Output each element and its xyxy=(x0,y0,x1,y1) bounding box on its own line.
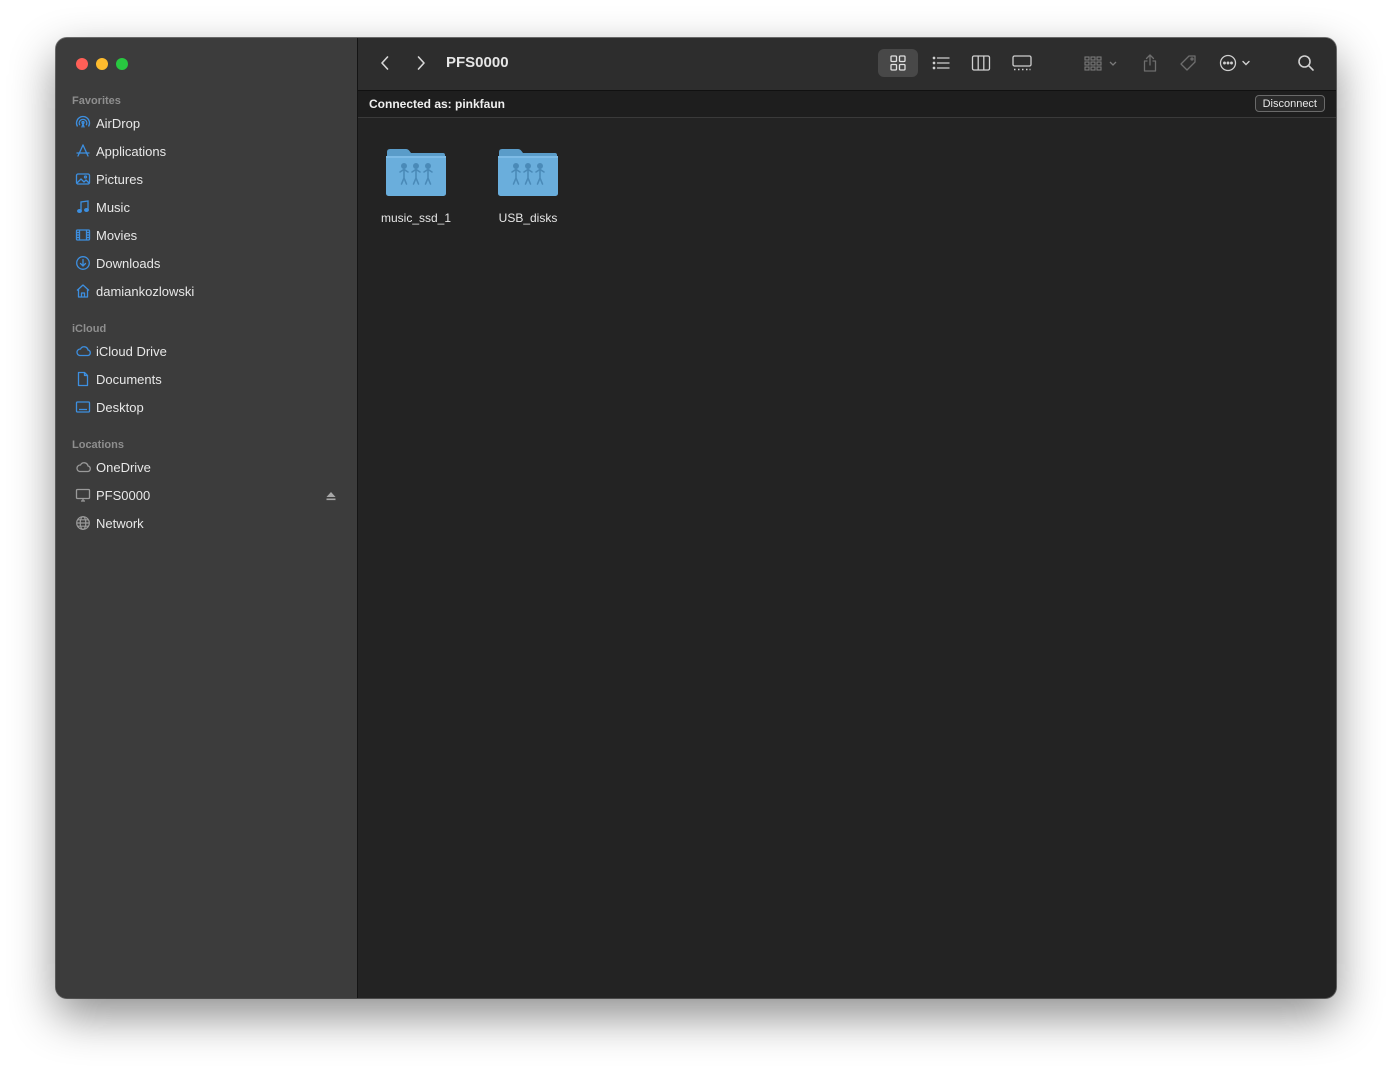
zoom-button[interactable] xyxy=(116,58,128,70)
share-button[interactable] xyxy=(1136,49,1164,77)
sidebar-item-documents[interactable]: Documents xyxy=(68,366,345,392)
movies-icon xyxy=(70,222,96,248)
list-icon xyxy=(932,56,950,70)
sidebar-item-label: Documents xyxy=(96,371,162,387)
sidebar-item-airdrop[interactable]: AirDrop xyxy=(68,110,345,136)
column-view-button[interactable] xyxy=(964,49,998,77)
favorites-section-title: Favorites xyxy=(72,95,121,107)
shared-folder-icon xyxy=(386,149,446,196)
pictures-icon xyxy=(70,166,96,192)
sidebar-item-label: OneDrive xyxy=(96,459,151,475)
group-by-button[interactable] xyxy=(1080,49,1122,77)
disconnect-button[interactable]: Disconnect xyxy=(1254,95,1325,112)
sidebar-item-label: PFS0000 xyxy=(96,487,151,503)
sidebar: Favorites AirDrop Applications Pictures … xyxy=(56,38,358,998)
globe-icon xyxy=(70,510,96,536)
gallery-icon xyxy=(1012,55,1032,71)
sidebar-item-home[interactable]: damiankozlowski xyxy=(68,278,345,304)
downloads-icon xyxy=(70,250,96,276)
sidebar-item-label: Network xyxy=(96,515,144,531)
file-item[interactable]: music_ssd_1 xyxy=(366,146,466,225)
share-icon xyxy=(1143,54,1157,72)
sidebar-item-label: iCloud Drive xyxy=(96,343,167,359)
sidebar-item-label: Applications xyxy=(96,143,167,159)
sidebar-item-desktop[interactable]: Desktop xyxy=(68,394,345,420)
sidebar-item-applications[interactable]: Applications xyxy=(68,138,345,164)
window-title: PFS0000 xyxy=(446,54,509,71)
sidebar-item-label: Pictures xyxy=(96,171,143,187)
sidebar-item-label: Music xyxy=(96,199,130,215)
back-button[interactable] xyxy=(374,52,396,74)
display-icon xyxy=(70,482,96,508)
search-icon xyxy=(1298,55,1314,71)
sidebar-item-pfs0000[interactable]: PFS0000 xyxy=(68,482,345,508)
tag-button[interactable] xyxy=(1174,49,1202,77)
document-icon xyxy=(70,366,96,392)
cloud-icon xyxy=(70,454,96,480)
sidebar-item-music[interactable]: Music xyxy=(68,194,345,220)
sidebar-item-label: damiankozlowski xyxy=(96,283,195,299)
sidebar-item-movies[interactable]: Movies xyxy=(68,222,345,248)
gallery-view-button[interactable] xyxy=(1004,49,1040,77)
cloud-icon xyxy=(70,338,96,364)
eject-icon[interactable] xyxy=(325,489,337,501)
applications-icon xyxy=(70,138,96,164)
connection-bar: Connected as: pinkfaun Disconnect xyxy=(358,91,1336,118)
group-icon xyxy=(1084,56,1117,71)
close-button[interactable] xyxy=(76,58,88,70)
desktop-icon xyxy=(70,394,96,420)
minimize-button[interactable] xyxy=(96,58,108,70)
sidebar-item-label: Downloads xyxy=(96,255,161,271)
airdrop-icon xyxy=(70,110,96,136)
sidebar-item-icloud-drive[interactable]: iCloud Drive xyxy=(68,338,345,364)
file-name: music_ssd_1 xyxy=(380,211,452,225)
sidebar-item-label: Desktop xyxy=(96,399,144,415)
icon-view-button[interactable] xyxy=(878,49,918,77)
tag-icon xyxy=(1180,55,1196,71)
shared-folder-icon xyxy=(498,149,558,196)
search-button[interactable] xyxy=(1292,49,1320,77)
file-name: USB_disks xyxy=(498,211,558,225)
main-content: PFS0000 Connected as: pinkfaun Disconnec… xyxy=(358,38,1336,998)
finder-window: Favorites AirDrop Applications Pictures … xyxy=(56,38,1336,998)
sidebar-item-pictures[interactable]: Pictures xyxy=(68,166,345,192)
window-controls xyxy=(76,58,128,70)
ellipsis-circle-icon xyxy=(1219,54,1250,72)
icloud-section-title: iCloud xyxy=(72,323,107,335)
music-icon xyxy=(70,194,96,220)
sidebar-item-network[interactable]: Network xyxy=(68,510,345,536)
sidebar-item-onedrive[interactable]: OneDrive xyxy=(68,454,345,480)
sidebar-item-downloads[interactable]: Downloads xyxy=(68,250,345,276)
connection-status: Connected as: pinkfaun xyxy=(369,97,506,111)
file-item[interactable]: USB_disks xyxy=(478,146,578,225)
sidebar-item-label: AirDrop xyxy=(96,115,141,131)
home-icon xyxy=(70,278,96,304)
more-actions-button[interactable] xyxy=(1216,49,1256,77)
locations-section-title: Locations xyxy=(72,439,124,451)
list-view-button[interactable] xyxy=(924,49,958,77)
columns-icon xyxy=(971,55,991,71)
forward-button[interactable] xyxy=(410,52,432,74)
sidebar-item-label: Movies xyxy=(96,227,138,243)
toolbar: PFS0000 xyxy=(358,38,1336,91)
grid-icon xyxy=(890,55,906,71)
